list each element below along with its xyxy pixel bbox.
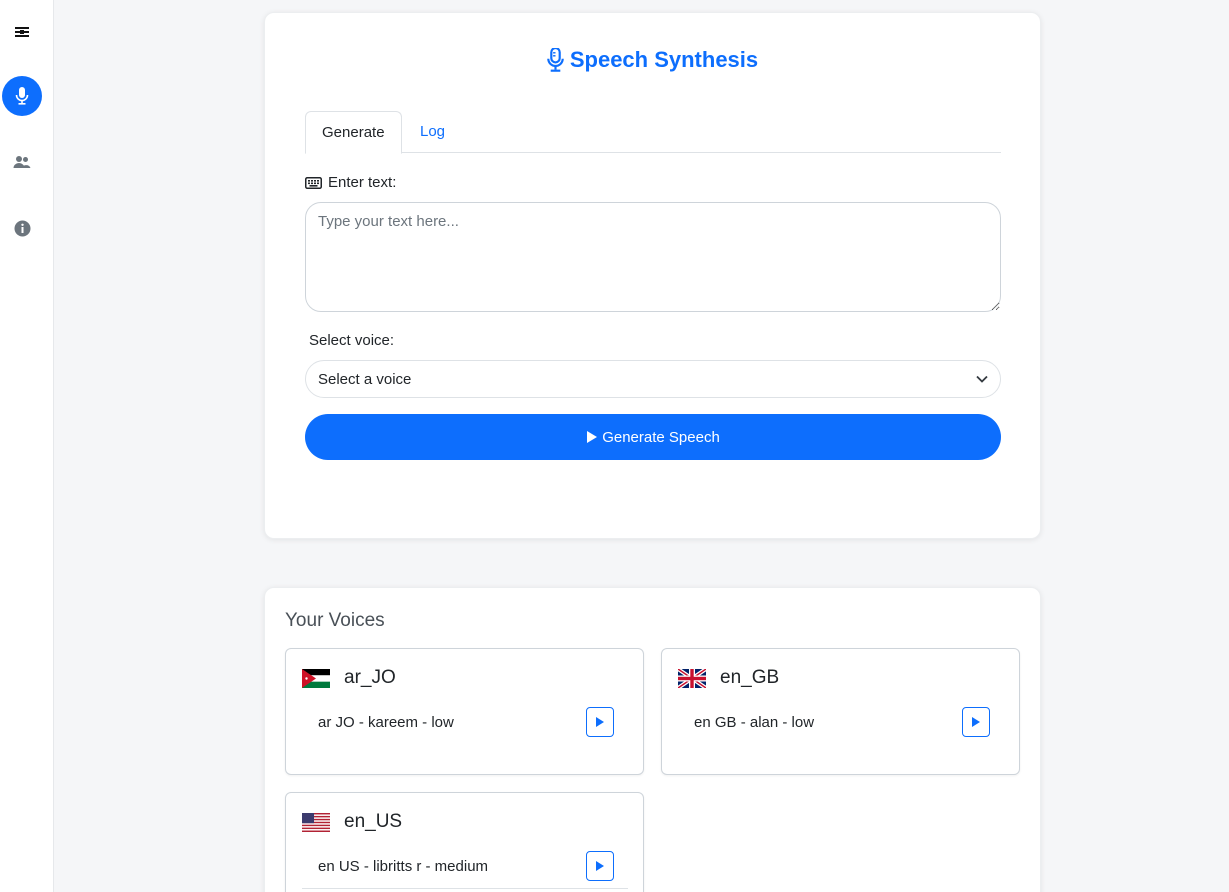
us-flag-icon — [302, 812, 330, 832]
voice-item-name: ar JO - kareem - low — [318, 713, 454, 731]
voices-title: Your Voices — [285, 610, 385, 631]
voice-group-header: en_US — [302, 811, 402, 833]
play-icon — [596, 717, 604, 727]
voice-select[interactable]: Select a voice — [305, 360, 1001, 398]
text-input[interactable] — [305, 202, 1001, 312]
microphone-icon — [547, 48, 564, 72]
sliders-icon — [13, 23, 31, 41]
generate-speech-label: Generate Speech — [602, 428, 720, 446]
page-title-text: Speech Synthesis — [569, 47, 759, 72]
voice-group-card: ar_JO ar JO - kareem - low — [285, 648, 644, 775]
voice-select-value: Select a voice — [318, 370, 412, 388]
voice-group-header: en_GB — [678, 667, 779, 689]
voice-group-header: ar_JO — [302, 667, 396, 689]
speech-synthesis-card: Speech Synthesis Generate Log Enter text… — [264, 12, 1041, 539]
uk-flag-icon — [678, 668, 706, 688]
sidebar — [0, 0, 54, 892]
voice-item-divider — [302, 888, 628, 889]
text-input-label: Enter text: — [305, 174, 396, 191]
page-title: Speech Synthesis — [265, 47, 1040, 73]
play-icon — [972, 717, 980, 727]
chevron-down-icon — [976, 375, 988, 383]
voice-item: en US - libritts r - medium — [318, 851, 614, 881]
your-voices-card: Your Voices ar_JO ar JO - kareem - low e… — [264, 587, 1041, 892]
tab-bar: Generate Log — [305, 111, 1001, 154]
generate-speech-button[interactable]: Generate Speech — [305, 414, 1001, 460]
tab-generate[interactable]: Generate — [305, 111, 402, 154]
voice-group-locale: en_GB — [720, 667, 780, 688]
jordan-flag-icon — [302, 668, 330, 688]
voice-group-card: en_US en US - libritts r - medium — [285, 792, 644, 892]
voice-group-locale: ar_JO — [344, 667, 396, 688]
voice-item: ar JO - kareem - low — [318, 707, 614, 737]
keyboard-icon — [305, 176, 322, 189]
voice-item-name: en GB - alan - low — [694, 713, 815, 731]
sidebar-item-settings[interactable] — [2, 12, 42, 52]
users-icon — [13, 156, 31, 168]
text-input-label-text: Enter text: — [328, 174, 397, 191]
voice-item-name: en US - libritts r - medium — [318, 857, 489, 875]
play-voice-button[interactable] — [586, 707, 614, 737]
sidebar-item-speech[interactable] — [2, 76, 42, 116]
play-voice-button[interactable] — [962, 707, 990, 737]
play-icon — [596, 861, 604, 871]
voice-select-label: Select voice: — [309, 332, 395, 349]
play-voice-button[interactable] — [586, 851, 614, 881]
tab-log[interactable]: Log — [404, 111, 461, 153]
play-icon — [587, 431, 598, 443]
info-icon — [14, 220, 30, 236]
sidebar-item-users[interactable] — [2, 142, 42, 182]
voice-item: en GB - alan - low — [694, 707, 990, 737]
microphone-icon — [15, 87, 29, 105]
voice-group-card: en_GB en GB - alan - low — [661, 648, 1020, 775]
voice-group-locale: en_US — [344, 811, 403, 832]
sidebar-item-info[interactable] — [2, 208, 42, 248]
